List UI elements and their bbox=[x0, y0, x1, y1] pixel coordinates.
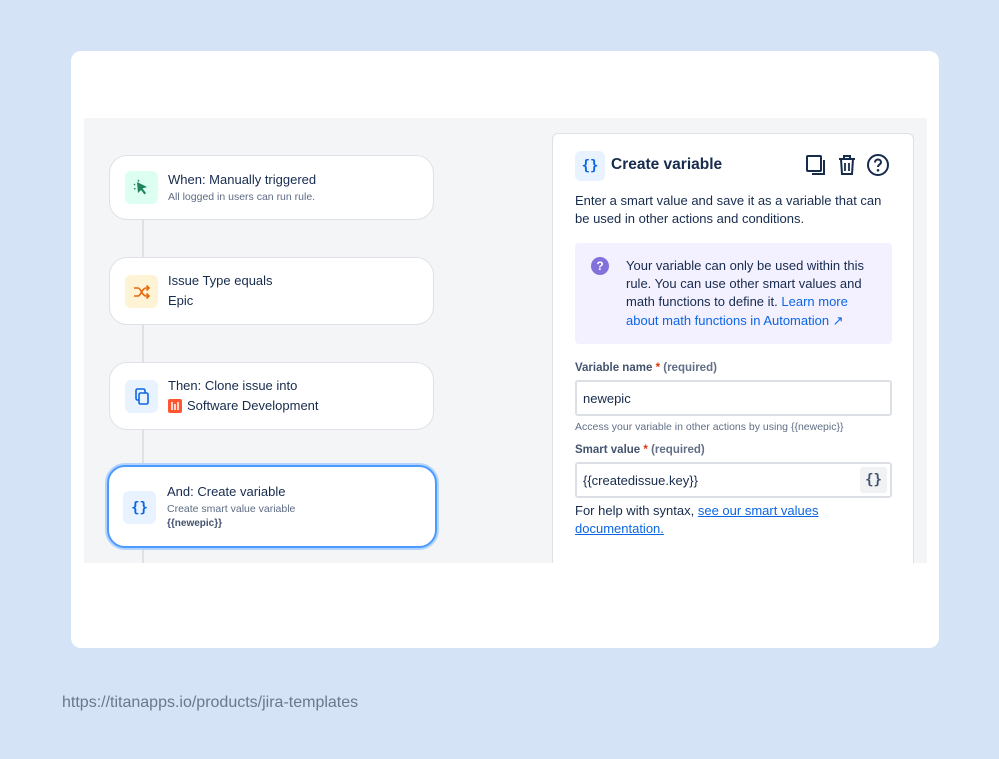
trash-icon[interactable] bbox=[835, 153, 859, 177]
node-variable: {{newepic}} bbox=[167, 517, 223, 529]
node-title: Then: Clone issue into bbox=[168, 378, 298, 393]
node-subtitle: Create smart value variable bbox=[167, 502, 296, 515]
node-title: Issue Type equals bbox=[168, 273, 273, 288]
create-variable-panel: {} Create variable Enter a smart value a… bbox=[552, 133, 914, 573]
connector-line bbox=[142, 218, 144, 258]
connector-line bbox=[142, 325, 144, 362]
panel-actions bbox=[804, 153, 890, 177]
required-text: (required) bbox=[651, 444, 705, 456]
flow-node-condition[interactable]: Issue Type equals Epic bbox=[109, 257, 434, 325]
curly-braces-icon: {} bbox=[575, 151, 605, 181]
flow-node-action-create-variable[interactable]: {} And: Create variable Create smart val… bbox=[107, 465, 437, 548]
required-star: * bbox=[643, 444, 648, 456]
info-text-block: Your variable can only be used within th… bbox=[626, 257, 876, 330]
connector-line bbox=[142, 548, 144, 563]
smart-value-label: Smart value bbox=[575, 444, 641, 456]
question-circle-icon: ? bbox=[591, 257, 609, 275]
node-subtitle-row: Software Development bbox=[168, 397, 423, 415]
curly-braces-icon: {} bbox=[123, 491, 156, 524]
variable-name-label: Variable name bbox=[575, 362, 653, 374]
smart-value-field[interactable]: {{createdissue.key}} {} bbox=[575, 462, 892, 498]
panel-description: Enter a smart value and save it as a var… bbox=[575, 193, 882, 226]
copy-icon bbox=[125, 380, 158, 413]
flow-node-trigger[interactable]: When: Manually triggered All logged in u… bbox=[109, 155, 434, 220]
crop-edge bbox=[552, 563, 922, 583]
help-icon[interactable] bbox=[866, 153, 890, 177]
required-star: * bbox=[655, 362, 661, 374]
connector-line bbox=[142, 430, 144, 466]
project-name: Software Development bbox=[187, 398, 319, 413]
panel-title: Create variable bbox=[611, 156, 723, 173]
smart-value-value: {{createdissue.key}} bbox=[583, 472, 698, 488]
variable-name-helper: Access your variable in other actions by… bbox=[575, 421, 844, 433]
node-subtitle: All logged in users can run rule. bbox=[168, 190, 316, 203]
smart-value-label-row: Smart value * (required) bbox=[575, 444, 705, 456]
syntax-help: For help with syntax, see our smart valu… bbox=[575, 502, 875, 538]
cursor-click-icon bbox=[125, 171, 158, 204]
insert-smart-value-button[interactable]: {} bbox=[860, 467, 887, 493]
node-title: When: Manually triggered bbox=[168, 171, 317, 187]
variable-name-field[interactable]: newepic bbox=[575, 380, 892, 416]
duplicate-icon[interactable] bbox=[804, 153, 828, 177]
node-title: And: Create variable bbox=[167, 483, 286, 499]
shuffle-icon bbox=[125, 275, 158, 308]
info-message: ? Your variable can only be used within … bbox=[575, 243, 892, 344]
project-icon bbox=[168, 399, 182, 413]
syntax-text: For help with syntax, bbox=[575, 503, 695, 518]
node-subtitle: Epic bbox=[168, 293, 194, 308]
flow-node-action-clone[interactable]: Then: Clone issue into Software Developm… bbox=[109, 362, 434, 430]
required-text: (required) bbox=[663, 362, 717, 374]
variable-name-value: newepic bbox=[583, 390, 631, 406]
variable-name-label-row: Variable name * (required) bbox=[575, 362, 717, 374]
footer-url: https://titanapps.io/products/jira-templ… bbox=[62, 694, 359, 711]
